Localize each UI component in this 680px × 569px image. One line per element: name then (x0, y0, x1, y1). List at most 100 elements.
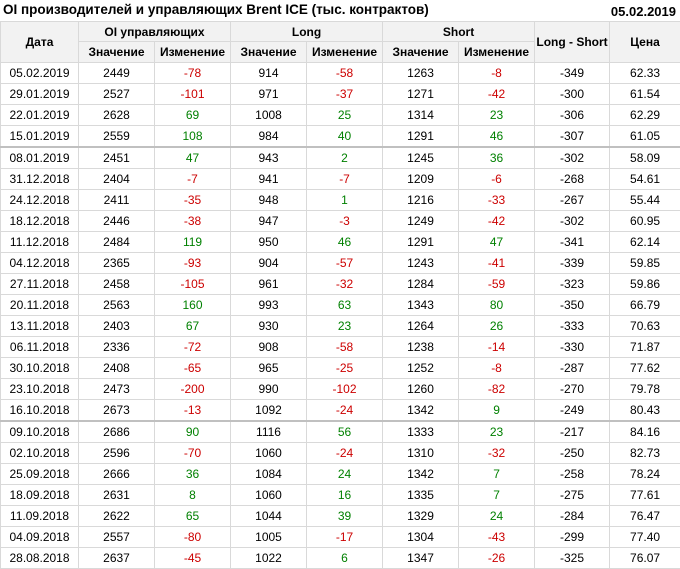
cell-long-short: -250 (535, 443, 610, 464)
cell-price: 78.24 (610, 464, 680, 485)
cell-oi-change: 160 (155, 295, 231, 316)
cell-long-change: 24 (307, 464, 383, 485)
cell-long-value: 941 (231, 169, 307, 190)
cell-long-change: 23 (307, 316, 383, 337)
table-row: 05.02.20192449-78914-581263-8-34962.33 (1, 63, 680, 84)
cell-long-value: 1022 (231, 548, 307, 569)
table-row: 09.10.2018268690111656133323-21784.16 (1, 421, 680, 443)
cell-short-change: 80 (459, 295, 535, 316)
table-row: 27.11.20182458-105961-321284-59-32359.86 (1, 274, 680, 295)
cell-long-short: -350 (535, 295, 610, 316)
cell-oi-value: 2628 (79, 105, 155, 126)
cell-short-change: 23 (459, 421, 535, 443)
cell-date: 04.12.2018 (1, 253, 79, 274)
cell-oi-change: 8 (155, 485, 231, 506)
cell-short-value: 1329 (383, 506, 459, 527)
cell-date: 31.12.2018 (1, 169, 79, 190)
cell-short-change: -42 (459, 84, 535, 105)
cell-oi-value: 2622 (79, 506, 155, 527)
cell-long-value: 914 (231, 63, 307, 84)
cell-short-value: 1245 (383, 147, 459, 169)
cell-long-short: -341 (535, 232, 610, 253)
cell-short-change: -26 (459, 548, 535, 569)
cell-oi-value: 2559 (79, 126, 155, 148)
cell-short-change: -59 (459, 274, 535, 295)
cell-price: 62.29 (610, 105, 680, 126)
cell-long-change: 63 (307, 295, 383, 316)
cell-short-change: -82 (459, 379, 535, 400)
cell-long-short: -284 (535, 506, 610, 527)
cell-short-change: 23 (459, 105, 535, 126)
table-row: 11.12.2018248411995046129147-34162.14 (1, 232, 680, 253)
cell-oi-value: 2408 (79, 358, 155, 379)
col-header-short-value: Значение (383, 42, 459, 63)
cell-price: 77.40 (610, 527, 680, 548)
table-row: 02.10.20182596-701060-241310-32-25082.73 (1, 443, 680, 464)
cell-short-value: 1333 (383, 421, 459, 443)
cell-short-change: -42 (459, 211, 535, 232)
cell-price: 77.61 (610, 485, 680, 506)
cell-long-value: 965 (231, 358, 307, 379)
cell-oi-value: 2484 (79, 232, 155, 253)
cell-oi-value: 2458 (79, 274, 155, 295)
cell-oi-value: 2631 (79, 485, 155, 506)
cell-long-value: 971 (231, 84, 307, 105)
cell-short-value: 1347 (383, 548, 459, 569)
cell-short-value: 1314 (383, 105, 459, 126)
cell-oi-change: 47 (155, 147, 231, 169)
table-row: 16.10.20182673-131092-2413429-24980.43 (1, 400, 680, 422)
cell-short-change: -8 (459, 358, 535, 379)
cell-long-value: 1084 (231, 464, 307, 485)
cell-oi-change: -45 (155, 548, 231, 569)
table-row: 18.09.20182631810601613357-27577.61 (1, 485, 680, 506)
cell-oi-value: 2449 (79, 63, 155, 84)
cell-date: 30.10.2018 (1, 358, 79, 379)
cell-short-change: 7 (459, 464, 535, 485)
cell-long-change: -24 (307, 400, 383, 422)
cell-long-value: 993 (231, 295, 307, 316)
cell-long-change: 56 (307, 421, 383, 443)
cell-date: 05.02.2019 (1, 63, 79, 84)
cell-oi-change: -7 (155, 169, 231, 190)
cell-short-value: 1304 (383, 527, 459, 548)
table-row: 06.11.20182336-72908-581238-14-33071.87 (1, 337, 680, 358)
table-row: 22.01.2019262869100825131423-30662.29 (1, 105, 680, 126)
cell-price: 61.05 (610, 126, 680, 148)
table-row: 18.12.20182446-38947-31249-42-30260.95 (1, 211, 680, 232)
cell-long-change: 40 (307, 126, 383, 148)
cell-oi-value: 2666 (79, 464, 155, 485)
cell-short-value: 1209 (383, 169, 459, 190)
cell-long-change: 6 (307, 548, 383, 569)
cell-date: 22.01.2019 (1, 105, 79, 126)
cell-oi-value: 2686 (79, 421, 155, 443)
cell-oi-change: 65 (155, 506, 231, 527)
cell-short-change: -6 (459, 169, 535, 190)
cell-long-change: -37 (307, 84, 383, 105)
cell-date: 13.11.2018 (1, 316, 79, 337)
cell-oi-value: 2557 (79, 527, 155, 548)
cell-oi-change: 67 (155, 316, 231, 337)
col-group-long: Long (231, 22, 383, 42)
cell-oi-change: -70 (155, 443, 231, 464)
cell-short-change: -14 (459, 337, 535, 358)
cell-oi-change: 69 (155, 105, 231, 126)
table-row: 23.10.20182473-200990-1021260-82-27079.7… (1, 379, 680, 400)
table-row: 08.01.20192451479432124536-30258.09 (1, 147, 680, 169)
table-row: 20.11.2018256316099363134380-35066.79 (1, 295, 680, 316)
cell-long-value: 1060 (231, 443, 307, 464)
cell-long-change: -7 (307, 169, 383, 190)
cell-long-short: -258 (535, 464, 610, 485)
cell-date: 16.10.2018 (1, 400, 79, 422)
cell-long-value: 947 (231, 211, 307, 232)
cell-long-short: -268 (535, 169, 610, 190)
cell-long-value: 1060 (231, 485, 307, 506)
cell-date: 09.10.2018 (1, 421, 79, 443)
cell-long-value: 990 (231, 379, 307, 400)
cell-short-value: 1342 (383, 400, 459, 422)
cell-long-short: -323 (535, 274, 610, 295)
cell-short-value: 1252 (383, 358, 459, 379)
cell-date: 23.10.2018 (1, 379, 79, 400)
cell-long-short: -270 (535, 379, 610, 400)
cell-price: 60.95 (610, 211, 680, 232)
cell-date: 18.12.2018 (1, 211, 79, 232)
